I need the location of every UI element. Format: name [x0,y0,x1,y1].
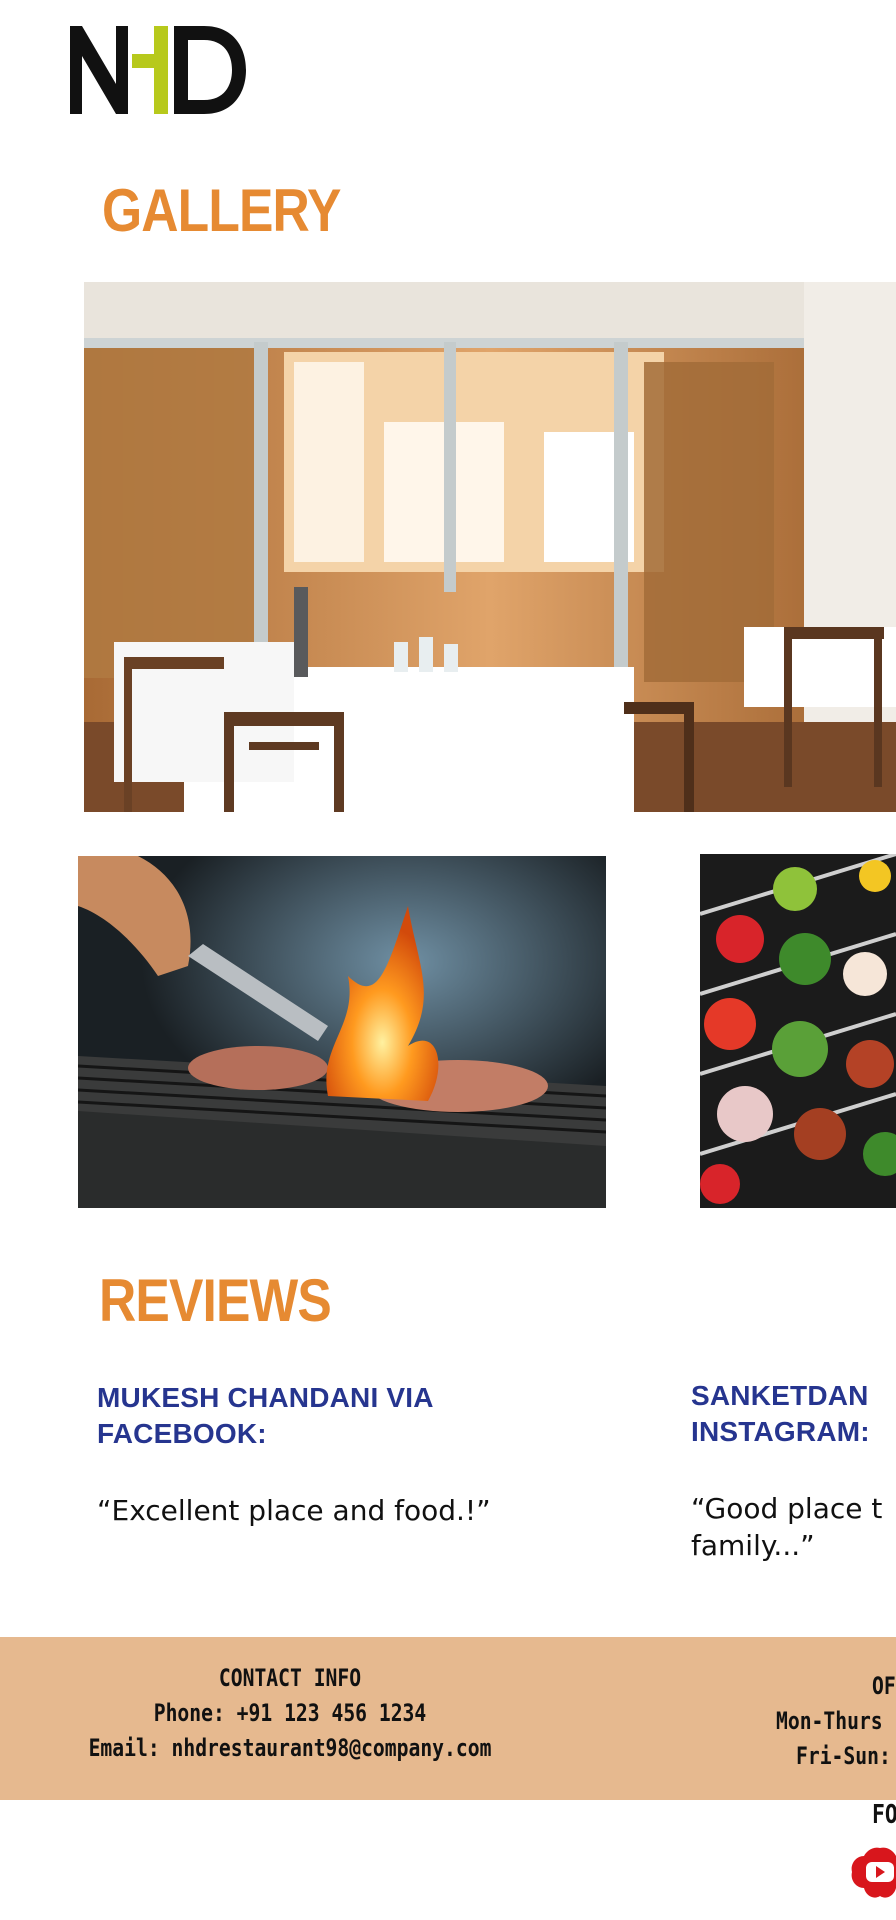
contact-phone[interactable]: Phone: +91 123 456 1234 [52,1696,528,1731]
hours-weekday: Mon-Thurs [776,1707,883,1735]
grill-flames-photo[interactable] [78,856,606,1208]
review-quote: “Good place t family...” [691,1490,896,1564]
review-quote-line: family...” [691,1529,815,1562]
review-author-line: SANKETDAN [691,1380,869,1411]
review-quote-line: “Good place t [691,1492,883,1525]
contact-email[interactable]: Email: nhdrestaurant98@company.com [52,1731,528,1766]
review-card: MUKESH CHANDANI VIA FACEBOOK: “Excellent… [97,1380,537,1529]
nhd-logo[interactable] [70,24,250,116]
opening-hours-block: OF Mon-Thurs Fri-Sun: [760,1669,896,1774]
contact-info-block: CONTACT INFO Phone: +91 123 456 1234 Ema… [0,1661,580,1766]
review-author: MUKESH CHANDANI VIA FACEBOOK: [97,1382,433,1449]
reviews-heading: REVIEWS [99,1267,332,1334]
review-quote: “Excellent place and food.!” [97,1494,491,1527]
logo-mark [70,26,246,114]
hours-weekend: Fri-Sun: [796,1742,891,1770]
review-author-line: INSTAGRAM: [691,1416,870,1447]
footer-info-band: CONTACT INFO Phone: +91 123 456 1234 Ema… [0,1637,896,1800]
contact-title: CONTACT INFO [218,1664,362,1692]
review-card: SANKETDAN INSTAGRAM: “Good place t famil… [691,1378,896,1564]
restaurant-dining-room-photo[interactable] [84,282,896,812]
review-author: SANKETDAN INSTAGRAM: [691,1378,896,1450]
follow-us-label: FO [872,1800,896,1830]
vegetable-skewers-photo[interactable] [700,854,896,1208]
hours-title: OF [872,1672,896,1700]
youtube-icon[interactable] [850,1846,896,1900]
gallery-heading: GALLERY [102,177,341,244]
